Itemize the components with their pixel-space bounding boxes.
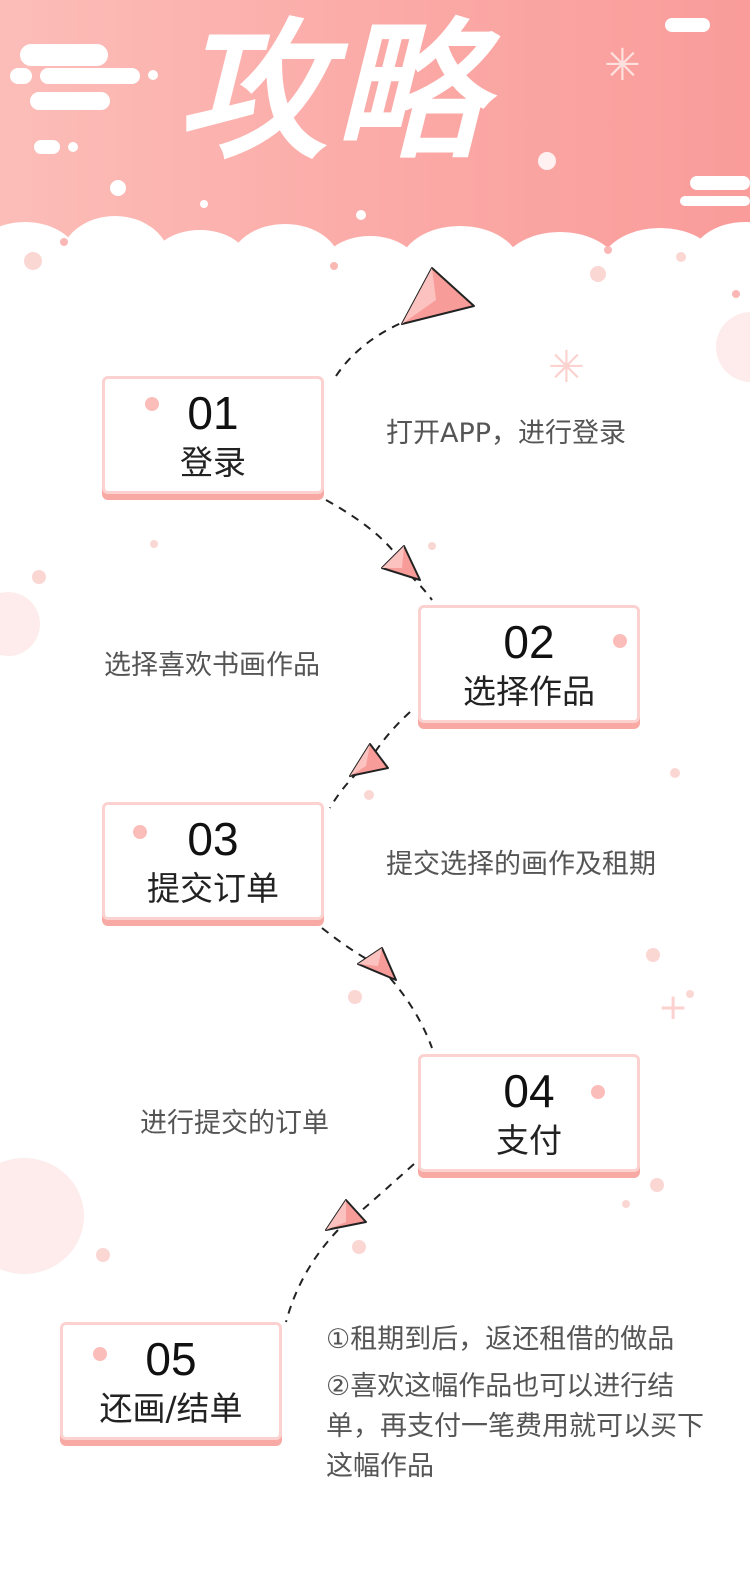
step-desc-01: 打开APP，进行登录	[386, 418, 627, 449]
paper-plane-icon	[325, 1199, 367, 1231]
step-number: 01	[187, 387, 239, 439]
paper-plane-icon	[349, 743, 389, 777]
route-segment	[359, 1163, 415, 1213]
step-number: 02	[503, 616, 555, 668]
paper-plane-icon	[381, 545, 421, 581]
step-desc-03: 提交选择的画作及租期	[386, 849, 656, 880]
step-desc-02: 选择喜欢书画作品	[104, 650, 320, 681]
step-name: 选择作品	[463, 672, 595, 711]
step-desc-04: 进行提交的订单	[140, 1108, 329, 1139]
route-segment	[329, 771, 359, 809]
step-card-02: 02 选择作品	[418, 605, 640, 723]
step-name: 登录	[180, 443, 246, 482]
paper-plane-icon	[401, 267, 475, 325]
step-desc-05-line1: ①租期到后，返还租借的做品	[326, 1324, 675, 1355]
step-number: 04	[503, 1065, 555, 1117]
step-card-04: 04 支付	[418, 1054, 640, 1172]
route-segment	[285, 1229, 339, 1323]
paper-plane-icon	[357, 947, 397, 981]
step-number: 05	[145, 1333, 197, 1385]
step-card-01: 01 登录	[102, 376, 324, 494]
route-segment	[325, 499, 401, 561]
step-card-03: 03 提交订单	[102, 802, 324, 920]
step-name: 提交订单	[147, 869, 279, 908]
step-number: 03	[187, 813, 239, 865]
step-name: 还画/结单	[99, 1389, 243, 1428]
step-card-05: 05 还画/结单	[60, 1322, 282, 1440]
route-segment	[389, 977, 433, 1049]
route-segment	[321, 927, 373, 963]
step-name: 支付	[496, 1121, 562, 1160]
step-desc-05-line2: ②喜欢这幅作品也可以进行结单，再支付一笔费用就可以买下这幅作品	[326, 1371, 704, 1482]
route-segment	[335, 319, 409, 377]
page: ✳ 攻略 ✳ + 01 登录 打开APP，进行登录 02 选择作品 选择喜欢书画…	[0, 0, 750, 1579]
